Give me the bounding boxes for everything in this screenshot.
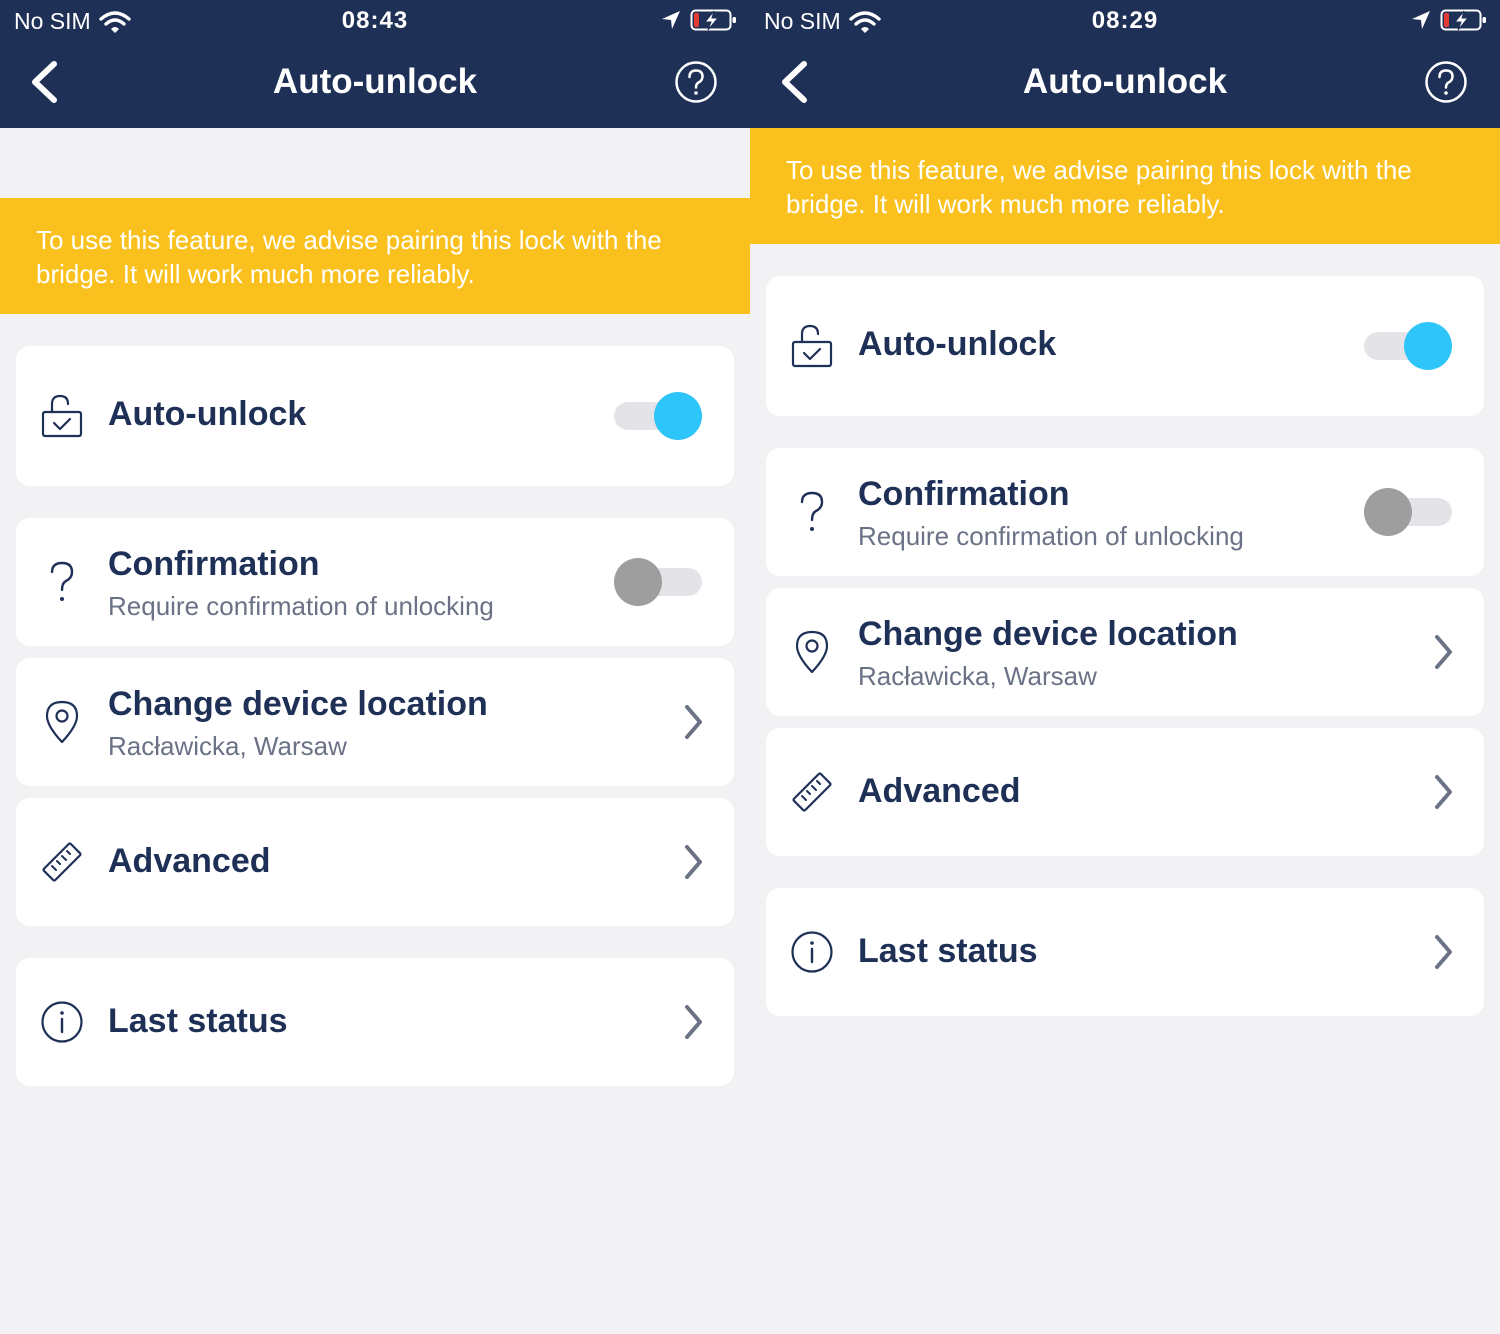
change-location-title: Change device location [108, 685, 488, 723]
location-arrow-icon [662, 11, 680, 29]
bridge-advice-banner: To use this feature, we advise pairing t… [750, 128, 1500, 244]
chevron-right-icon [685, 845, 702, 879]
confirmation-title: Confirmation [108, 545, 320, 583]
status-bar: No SIM 08:29 [750, 0, 1500, 42]
confirmation-card: Confirmation Require confirmation of unl… [766, 448, 1484, 576]
auto-unlock-toggle[interactable] [614, 391, 702, 441]
advanced-card[interactable]: Advanced [16, 798, 734, 926]
toggle-knob [1404, 322, 1452, 370]
auto-unlock-card: Auto-unlock [16, 346, 734, 486]
last-status-card[interactable]: Last status [16, 958, 734, 1086]
chevron-right-icon [685, 1005, 702, 1039]
unlocked-padlock-check-icon [38, 392, 86, 440]
top-bar: No SIM 08:29 Auto-unlock [750, 0, 1500, 128]
banner-text: To use this feature, we advise pairing t… [36, 225, 662, 289]
top-bar: No SIM 08:43 Auto-unlock [0, 0, 750, 128]
confirmation-subtitle: Require confirmation of unlocking [858, 521, 1244, 551]
status-time: 08:29 [1091, 7, 1159, 34]
status-bar: No SIM 08:43 [0, 0, 750, 42]
last-status-title: Last status [858, 932, 1038, 970]
page-title: Auto-unlock [1022, 62, 1228, 101]
nav-bar: Auto-unlock [0, 42, 750, 128]
battery-charging-icon [690, 9, 736, 31]
nav-bar: Auto-unlock [750, 42, 1500, 128]
last-status-card[interactable]: Last status [766, 888, 1484, 1016]
page-title: Auto-unlock [272, 62, 478, 101]
chevron-right-icon [1435, 635, 1452, 669]
toggle-knob [654, 392, 702, 440]
help-button[interactable] [1424, 60, 1468, 104]
unlocked-padlock-check-icon [788, 322, 836, 370]
status-indicators [660, 8, 738, 32]
question-mark-icon [38, 558, 86, 606]
auto-unlock-title: Auto-unlock [858, 325, 1057, 363]
toggle-knob [1364, 488, 1412, 536]
location-subtitle: Racławicka, Warsaw [858, 661, 1097, 691]
location-arrow-icon [1412, 11, 1430, 29]
chevron-right-icon [685, 705, 702, 739]
help-button[interactable] [674, 60, 718, 104]
confirmation-title: Confirmation [858, 475, 1070, 513]
advanced-card[interactable]: Advanced [766, 728, 1484, 856]
toggle-knob [614, 558, 662, 606]
auto-unlock-card: Auto-unlock [766, 276, 1484, 416]
location-subtitle: Racławicka, Warsaw [108, 731, 347, 761]
last-status-title: Last status [108, 1002, 288, 1040]
ruler-icon [788, 768, 836, 816]
info-circle-icon [38, 998, 86, 1046]
change-location-card[interactable]: Change device location Racławicka, Warsa… [16, 658, 734, 786]
location-pin-icon [788, 628, 836, 676]
phone-screen-left: No SIM 08:43 Auto-unlock To use this fea… [0, 0, 750, 1334]
screenshots: No SIM 08:43 Auto-unlock To use this fea… [0, 0, 1500, 1334]
status-indicators [1410, 8, 1488, 32]
question-circle-icon [1425, 61, 1467, 103]
banner-text: To use this feature, we advise pairing t… [786, 155, 1412, 219]
advanced-title: Advanced [108, 842, 271, 880]
confirmation-toggle[interactable] [1364, 487, 1452, 537]
bridge-advice-banner: To use this feature, we advise pairing t… [0, 198, 750, 314]
battery-charging-icon [1440, 9, 1486, 31]
confirmation-toggle[interactable] [614, 557, 702, 607]
location-pin-icon [38, 698, 86, 746]
question-mark-icon [788, 488, 836, 536]
advanced-title: Advanced [858, 772, 1021, 810]
change-location-title: Change device location [858, 615, 1238, 653]
status-time: 08:43 [341, 7, 409, 34]
confirmation-subtitle: Require confirmation of unlocking [108, 591, 494, 621]
auto-unlock-title: Auto-unlock [108, 395, 307, 433]
phone-screen-right: No SIM 08:29 Auto-unlock To use this fea… [750, 0, 1500, 1334]
ruler-icon [38, 838, 86, 886]
info-circle-icon [788, 928, 836, 976]
change-location-card[interactable]: Change device location Racławicka, Warsa… [766, 588, 1484, 716]
confirmation-card: Confirmation Require confirmation of unl… [16, 518, 734, 646]
auto-unlock-toggle[interactable] [1364, 321, 1452, 371]
chevron-right-icon [1435, 775, 1452, 809]
question-circle-icon [675, 61, 717, 103]
chevron-right-icon [1435, 935, 1452, 969]
